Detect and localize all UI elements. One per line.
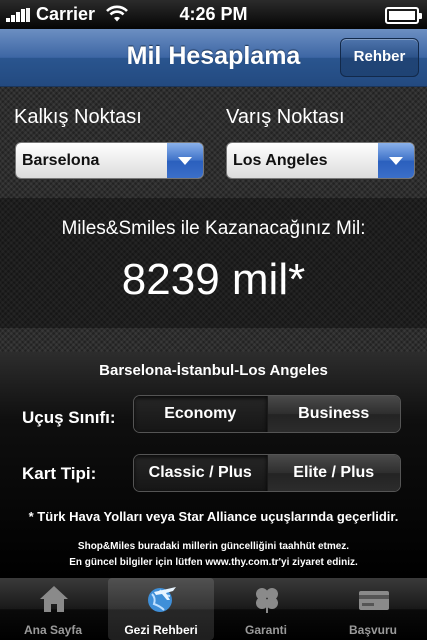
chevron-down-icon[interactable]	[378, 143, 414, 178]
home-icon	[40, 586, 68, 612]
departure-label: Kalkış Noktası	[14, 106, 142, 128]
arrival-label: Varış Noktası	[226, 106, 345, 128]
segment-elite-plus[interactable]: Elite / Plus	[266, 455, 400, 491]
clover-icon	[256, 588, 278, 613]
segment-classic-plus[interactable]: Classic / Plus	[134, 455, 267, 491]
arrival-value: Los Angeles	[233, 152, 328, 169]
card-icon	[359, 591, 389, 610]
tab-bar: Ana Sayfa Gezi Rehberi Garanti Başvuru	[0, 578, 427, 640]
chevron-down-icon[interactable]	[167, 143, 203, 178]
card-type-segmented-control[interactable]: Classic / Plus Elite / Plus	[133, 454, 401, 492]
validity-note: * Türk Hava Yolları veya Star Alliance u…	[28, 509, 399, 524]
tab-label: Ana Sayfa	[23, 623, 83, 637]
status-bar: Carrier 4:26 PM	[0, 0, 427, 29]
route-text: Barselona-İstanbul-Los Angeles	[99, 362, 328, 379]
arrival-select[interactable]: Los Angeles	[226, 142, 415, 179]
result-label: Miles&Smiles ile Kazanacağınız Mil:	[61, 218, 366, 239]
disclaimer-line-1: Shop&Miles buradaki millerin güncelliğin…	[77, 541, 350, 552]
tab-label: Başvuru	[348, 623, 398, 637]
tab-ana-sayfa[interactable]: Ana Sayfa	[0, 578, 106, 640]
globe-plane-icon	[148, 587, 176, 612]
calculator-panel: Kalkış Noktası Varış Noktası Barselona L…	[0, 87, 427, 352]
status-time: 4:26 PM	[179, 4, 248, 24]
tab-gezi-rehberi[interactable]: Gezi Rehberi	[108, 578, 214, 640]
segment-economy[interactable]: Economy	[134, 396, 267, 432]
card-type-label: Kart Tipi:	[22, 464, 97, 483]
flight-class-segmented-control[interactable]: Economy Business	[133, 395, 401, 433]
tab-label: Gezi Rehberi	[124, 623, 198, 637]
segment-business[interactable]: Business	[266, 396, 400, 432]
flight-class-label: Uçuş Sınıfı:	[22, 408, 116, 427]
departure-select[interactable]: Barselona	[15, 142, 204, 179]
disclaimer-line-2: En güncel bilgiler için lütfen www.thy.c…	[69, 557, 358, 568]
tab-basvuru[interactable]: Başvuru	[320, 578, 426, 640]
battery-icon	[385, 7, 422, 24]
rehber-button[interactable]: Rehber	[340, 38, 419, 77]
options-section: Barselona-İstanbul-Los Angeles Uçuş Sını…	[0, 352, 427, 578]
departure-value: Barselona	[22, 152, 100, 169]
miles-result: 8239 mil*	[121, 255, 306, 304]
tab-garanti[interactable]: Garanti	[213, 578, 319, 640]
navigation-bar: Mil Hesaplama Rehber	[0, 29, 427, 87]
tab-label: Garanti	[244, 623, 287, 637]
